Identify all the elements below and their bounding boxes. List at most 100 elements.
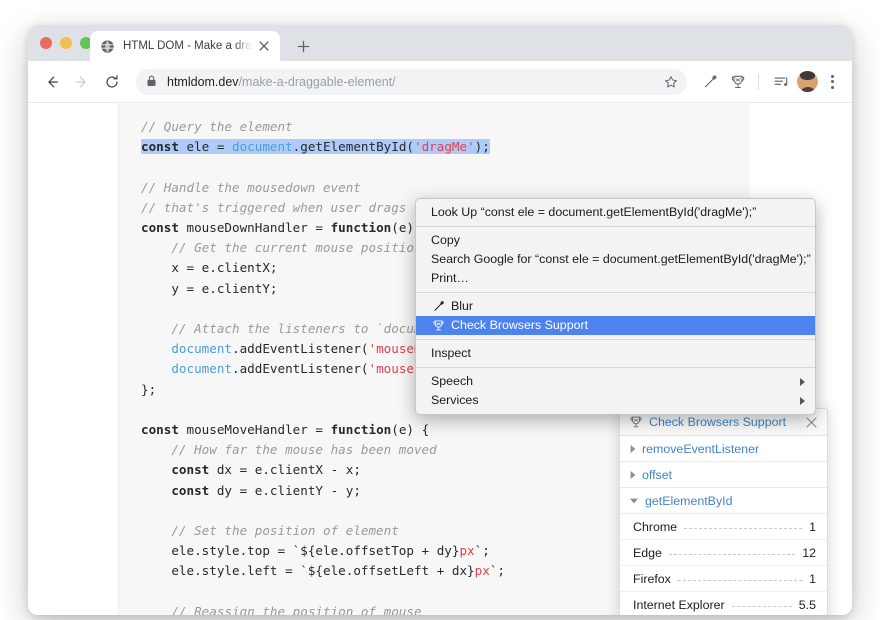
wand-icon[interactable] [697,69,723,95]
menu-item-look-up-const-ele-document-getelementbyi[interactable]: Look Up “const ele = document.getElement… [416,203,815,222]
browser-row: Firefox 1 [620,566,827,592]
leader-line [684,527,803,530]
code-token: ele.style.left = `${ele.offsetLeft + dx} [171,563,475,579]
menu-item-label: Speech [431,374,474,388]
code-token: x = e.clientX; [171,260,278,276]
leader-line [668,553,796,556]
code-line: // Set the position of element [141,523,399,539]
code-line: const ele = document.getElementById('dra… [141,139,490,155]
api-row-getElementById[interactable]: getElementById [620,488,827,514]
code-line: ele.style.left = `${ele.offsetLeft + dx}… [141,563,505,578]
minimize-window-button[interactable] [60,37,72,49]
browsers-support-icon[interactable] [725,69,751,95]
menu-item-copy[interactable]: Copy [416,231,815,250]
code-line: // Get the current mouse position [141,240,421,255]
code-token: // How far the mouse has been moved [171,442,437,458]
code-token: (e) { [391,422,430,438]
code-line: // Attach the listeners to `document` [141,321,452,336]
menu-separator [416,339,815,340]
code-token: function [330,220,392,236]
code-token: const [141,422,179,438]
screenshot-root: HTML DOM - Make a draggable element [0,0,880,620]
menu-item-print[interactable]: Print… [416,269,815,288]
code-token: .getElementById( [292,139,414,155]
code-token: `; [489,563,505,579]
browser-version: 12 [802,545,816,560]
tab-strip: HTML DOM - Make a draggable element [28,25,852,61]
browser-row: Edge 12 [620,540,827,566]
browser-row: Chrome 1 [620,514,827,540]
window-traffic-lights [40,37,92,49]
menu-separator [416,292,815,293]
code-line: // Reassign the position of mouse [141,604,421,615]
panel-title: Check Browsers Support [649,415,787,429]
menu-item-label: Look Up “const ele = document.getElement… [431,205,757,219]
menu-item-label: Copy [431,233,460,247]
code-token: function [330,422,392,438]
code-token: const [141,220,179,236]
browsers-support-icon [629,415,643,429]
close-window-button[interactable] [40,37,52,49]
menu-item-search-google-for-const-ele-document-get[interactable]: Search Google for “const ele = document.… [416,250,815,269]
code-line: const dx = e.clientX - x; [141,462,361,477]
code-line: // Query the element [141,119,293,134]
leader-line [677,579,803,582]
api-name: offset [642,467,673,482]
code-token: ); [474,139,490,155]
browser-tab[interactable]: HTML DOM - Make a draggable element [90,31,280,61]
menu-separator [416,367,815,368]
lock-icon [146,75,159,88]
code-token: .addEventListener( [232,341,369,357]
star-icon[interactable] [661,72,681,92]
menu-item-speech[interactable]: Speech [416,372,815,391]
code-line: y = e.clientY; [141,281,277,296]
back-button[interactable] [38,68,66,96]
forward-button[interactable] [68,68,96,96]
menu-item-check-browsers-support[interactable]: Check Browsers Support [416,316,815,335]
wand-icon [431,300,446,314]
new-tab-button[interactable] [290,33,316,59]
browser-toolbar: htmldom.dev/make-a-draggable-element/ [28,61,852,103]
browser-name: Firefox [633,571,671,586]
reading-list-icon[interactable] [768,69,794,95]
globe-icon [100,39,115,54]
code-line: // Handle the mousedown event [141,180,361,195]
api-name: getElementById [645,493,733,508]
chevron-right-icon[interactable] [629,470,642,480]
three-dots-icon[interactable] [822,72,842,92]
menu-item-label: Search Google for “const ele = document.… [431,252,811,266]
context-menu: Look Up “const ele = document.getElement… [415,198,816,415]
api-row-removeEventListener[interactable]: removeEventListener [620,436,827,462]
code-token: // Set the position of element [171,523,399,539]
menu-item-label: Print… [431,271,469,285]
chevron-right-icon[interactable] [629,444,642,454]
code-line: ele.style.top = `${ele.offsetTop + dy}px… [141,543,490,559]
menu-item-label: Inspect [431,346,471,360]
browser-row: Internet Explorer 5.5 [620,592,827,615]
tab-title: HTML DOM - Make a draggable element [123,40,252,52]
menu-item-services[interactable]: Services [416,391,815,410]
menu-item-inspect[interactable]: Inspect [416,344,815,363]
avatar[interactable] [797,71,818,92]
code-token: px [474,563,490,579]
api-row-offset[interactable]: offset [620,462,827,488]
page-viewport: // Query the element const ele = documen… [28,103,852,615]
code-token: `; [474,543,490,559]
code-token: mouseMoveHandler = [178,422,331,438]
code-token: document [232,139,293,155]
code-token: document [171,341,233,357]
api-name: removeEventListener [642,441,760,456]
browser-name: Edge [633,545,662,560]
code-line: const mouseDownHandler = function(e) { [141,220,429,235]
close-icon[interactable] [256,38,272,54]
code-line: const mouseMoveHandler = function(e) { [141,422,429,437]
close-icon[interactable] [804,415,819,430]
code-token: 'dragMe' [414,139,475,155]
menu-item-blur[interactable]: Blur [416,297,815,316]
browser-name: Internet Explorer [633,597,725,612]
url-text: htmldom.dev/make-a-draggable-element/ [167,75,396,89]
menu-item-label: Blur [451,299,474,313]
reload-button[interactable] [98,68,126,96]
chevron-down-icon[interactable] [629,497,642,505]
address-bar[interactable]: htmldom.dev/make-a-draggable-element/ [136,68,687,95]
